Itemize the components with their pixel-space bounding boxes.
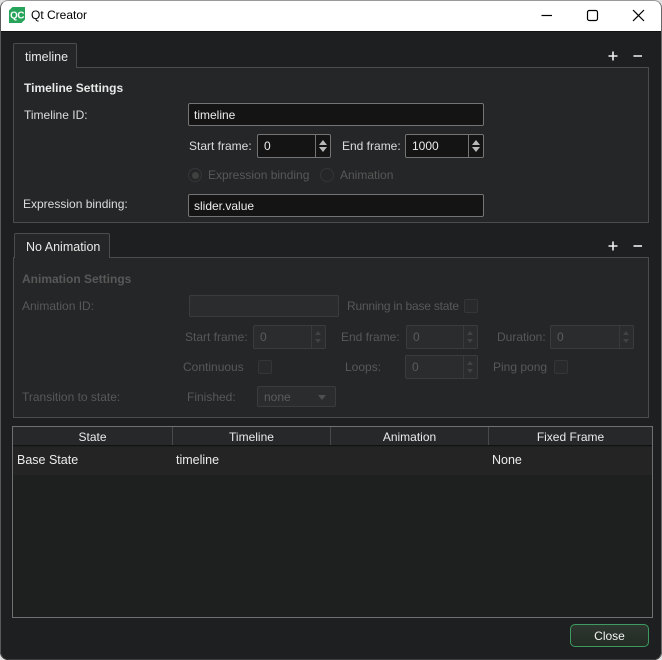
svg-text:QC: QC <box>10 11 24 22</box>
